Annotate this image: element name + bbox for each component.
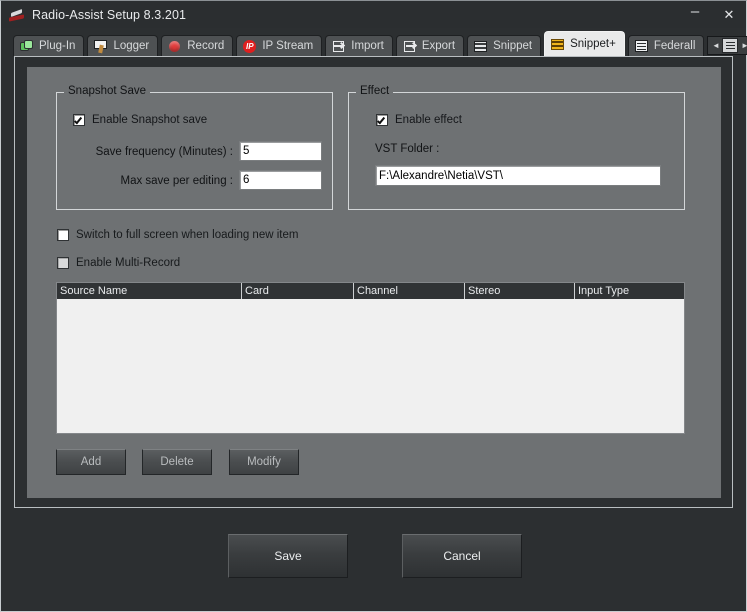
cancel-button[interactable]: Cancel bbox=[402, 534, 522, 578]
app-logo-icon bbox=[8, 7, 26, 23]
snippet-plus-icon bbox=[551, 38, 565, 51]
snapshot-save-group: Snapshot Save Enable Snapshot save Save … bbox=[56, 92, 333, 210]
vst-folder-label: VST Folder : bbox=[375, 143, 439, 155]
column-header-source-name[interactable]: Source Name bbox=[57, 283, 242, 299]
checkbox-box bbox=[57, 257, 69, 269]
effect-legend: Effect bbox=[356, 85, 393, 97]
title-bar: Radio-Assist Setup 8.3.201 – ✕ bbox=[1, 1, 746, 28]
checkbox-box bbox=[73, 114, 85, 126]
tab-plug-in[interactable]: Plug-In bbox=[13, 35, 84, 56]
tab-scroll-controls: ◄ ► bbox=[707, 36, 747, 55]
ip-stream-icon: IP bbox=[243, 40, 257, 53]
snippet-icon bbox=[474, 40, 488, 53]
checkbox-box bbox=[376, 114, 388, 126]
import-icon bbox=[332, 40, 346, 53]
max-save-per-editing-input[interactable]: 6 bbox=[239, 170, 322, 190]
tab-list-icon[interactable] bbox=[722, 38, 738, 53]
tab-label: Snippet+ bbox=[570, 38, 616, 50]
tab-label: Plug-In bbox=[39, 40, 75, 52]
tab-federall[interactable]: Federall bbox=[628, 35, 705, 56]
add-button[interactable]: Add bbox=[56, 449, 126, 475]
tab-record[interactable]: Record bbox=[161, 35, 233, 56]
table-header-row: Source Name Card Channel Stereo Input Ty… bbox=[57, 283, 684, 299]
tab-logger[interactable]: Logger bbox=[87, 35, 158, 56]
save-frequency-input[interactable]: 5 bbox=[239, 141, 322, 161]
federall-icon bbox=[635, 40, 649, 53]
checkbox-label: Enable Snapshot save bbox=[92, 114, 207, 126]
tab-label: Record bbox=[187, 40, 224, 52]
settings-panel: Snapshot Save Enable Snapshot save Save … bbox=[14, 56, 733, 508]
close-icon[interactable]: ✕ bbox=[712, 1, 746, 28]
tab-label: Logger bbox=[113, 40, 149, 52]
plugin-icon bbox=[20, 40, 34, 53]
export-icon bbox=[403, 40, 417, 53]
table-body[interactable] bbox=[57, 299, 684, 433]
application-window: Radio-Assist Setup 8.3.201 – ✕ Plug-In L… bbox=[0, 0, 747, 612]
modify-button[interactable]: Modify bbox=[229, 449, 299, 475]
minimize-button[interactable]: – bbox=[678, 1, 712, 28]
enable-multi-record-checkbox[interactable]: Enable Multi-Record bbox=[57, 257, 180, 269]
max-save-per-editing-label: Max save per editing : bbox=[57, 175, 233, 187]
checkbox-box bbox=[57, 229, 69, 241]
save-frequency-label: Save frequency (Minutes) : bbox=[57, 146, 233, 158]
tab-label: Federall bbox=[654, 40, 696, 52]
delete-button[interactable]: Delete bbox=[142, 449, 212, 475]
tab-snippet[interactable]: Snippet bbox=[467, 35, 541, 56]
checkbox-label: Enable effect bbox=[395, 114, 462, 126]
tab-label: IP Stream bbox=[262, 40, 313, 52]
record-icon bbox=[168, 40, 182, 53]
tab-ip-stream[interactable]: IP IP Stream bbox=[236, 35, 322, 56]
effect-group: Effect Enable effect VST Folder : F:\Ale… bbox=[348, 92, 685, 210]
tab-label: Snippet bbox=[493, 40, 532, 52]
tab-bar: Plug-In Logger Record IP IP Stream Impor… bbox=[1, 28, 746, 56]
checkbox-label: Switch to full screen when loading new i… bbox=[76, 229, 298, 241]
vst-folder-input[interactable]: F:\Alexandre\Netia\VST\ bbox=[375, 165, 661, 186]
switch-fullscreen-checkbox[interactable]: Switch to full screen when loading new i… bbox=[57, 229, 298, 241]
tab-label: Import bbox=[351, 40, 384, 52]
tab-scroll-right-icon[interactable]: ► bbox=[739, 38, 747, 53]
column-header-channel[interactable]: Channel bbox=[354, 283, 465, 299]
window-controls: – ✕ bbox=[678, 1, 746, 28]
checkbox-label: Enable Multi-Record bbox=[76, 257, 180, 269]
window-title: Radio-Assist Setup 8.3.201 bbox=[32, 8, 186, 22]
tab-label: Export bbox=[422, 40, 455, 52]
snapshot-save-legend: Snapshot Save bbox=[64, 85, 150, 97]
enable-snapshot-save-checkbox[interactable]: Enable Snapshot save bbox=[73, 114, 207, 126]
save-button[interactable]: Save bbox=[228, 534, 348, 578]
logger-icon bbox=[94, 40, 108, 53]
settings-panel-inner: Snapshot Save Enable Snapshot save Save … bbox=[27, 67, 721, 498]
tab-export[interactable]: Export bbox=[396, 35, 464, 56]
tab-scroll-left-icon[interactable]: ◄ bbox=[710, 38, 721, 53]
sources-table[interactable]: Source Name Card Channel Stereo Input Ty… bbox=[56, 282, 685, 434]
enable-effect-checkbox[interactable]: Enable effect bbox=[376, 114, 462, 126]
tab-import[interactable]: Import bbox=[325, 35, 393, 56]
column-header-stereo[interactable]: Stereo bbox=[465, 283, 575, 299]
tab-snippet-plus[interactable]: Snippet+ bbox=[544, 31, 625, 56]
column-header-card[interactable]: Card bbox=[242, 283, 354, 299]
column-header-input-type[interactable]: Input Type bbox=[575, 283, 684, 299]
